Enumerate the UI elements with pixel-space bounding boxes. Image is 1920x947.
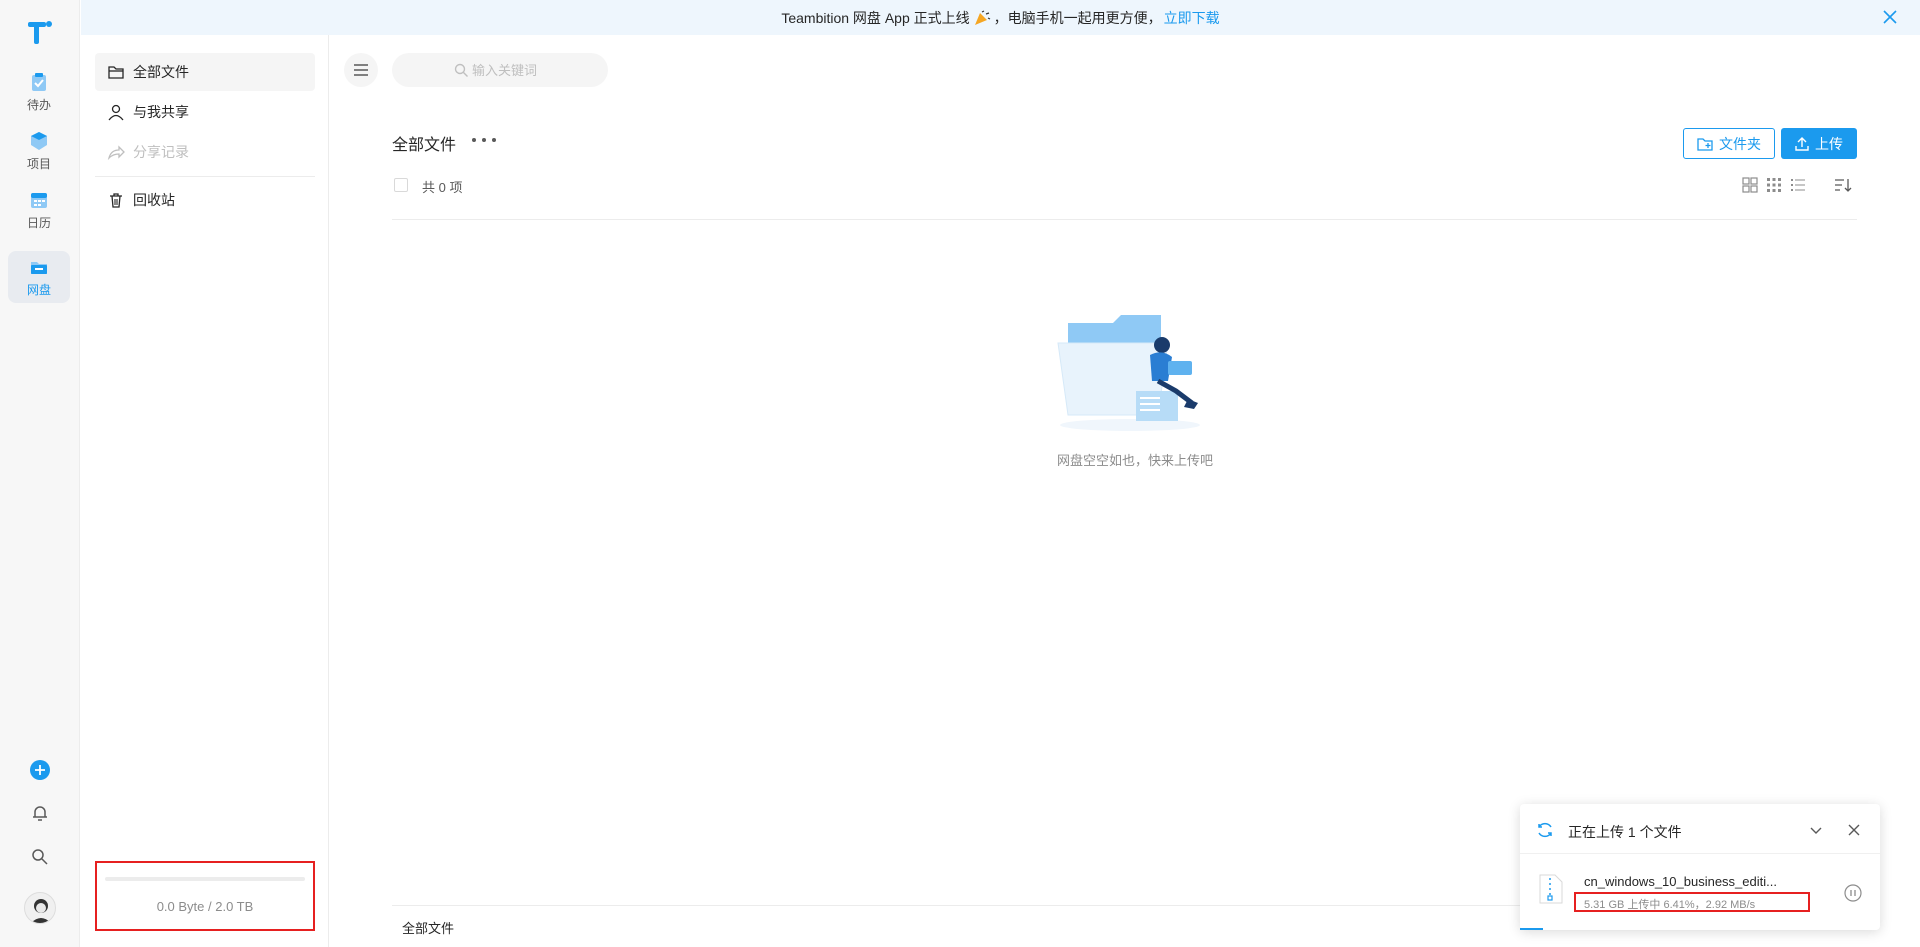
more-dot-icon bbox=[492, 138, 496, 142]
upload-progress-panel: 正在上传 1 个文件 cn_windows_10_business_editi.… bbox=[1520, 804, 1880, 930]
list-divider bbox=[392, 219, 1857, 220]
more-options-button[interactable] bbox=[472, 130, 496, 150]
sidebar-item-shared-with-me[interactable]: 与我共享 bbox=[95, 93, 315, 131]
create-button[interactable] bbox=[0, 759, 80, 781]
drive-sidebar: 全部文件 与我共享 分享记录 回收站 0.0 Byte / 2.0 TB bbox=[81, 35, 329, 947]
empty-folder-illustration bbox=[1057, 315, 1200, 431]
calendar-icon bbox=[31, 192, 47, 208]
item-count: 共 0 项 bbox=[422, 180, 463, 195]
banner-text-2: ，电脑手机一起用更方便， bbox=[993, 9, 1162, 26]
sidebar-item-all-files[interactable]: 全部文件 bbox=[95, 53, 315, 91]
folder-icon bbox=[108, 66, 124, 79]
banner-text: Teambition 网盘 App 正式上线 bbox=[781, 9, 970, 26]
avatar bbox=[24, 892, 56, 924]
archive-file-icon bbox=[1539, 874, 1563, 904]
rail-item-calendar[interactable]: 日历 bbox=[8, 184, 70, 236]
search-input[interactable] bbox=[472, 62, 612, 78]
storage-text: 0.0 Byte / 2.0 TB bbox=[156, 899, 254, 914]
teambition-logo-icon[interactable] bbox=[26, 18, 54, 46]
search-icon bbox=[32, 849, 48, 865]
upload-status-text: 5.31 GB 上传中 6.41%，2.92 MB/s bbox=[1584, 899, 1756, 911]
close-icon[interactable] bbox=[1846, 822, 1862, 838]
grid-large-icon[interactable] bbox=[1742, 177, 1758, 193]
pause-icon[interactable] bbox=[1844, 884, 1862, 902]
grid-small-icon[interactable] bbox=[1766, 177, 1782, 193]
search-icon bbox=[454, 63, 468, 77]
chevron-down-icon[interactable] bbox=[1808, 822, 1824, 838]
footer-breadcrumb[interactable]: 全部文件 bbox=[402, 918, 454, 937]
rail-item-label: 待办 bbox=[26, 97, 51, 112]
sidebar-divider bbox=[95, 176, 315, 177]
sidebar-item-label: 分享记录 bbox=[133, 144, 189, 160]
sidebar-item-trash[interactable]: 回收站 bbox=[95, 181, 315, 219]
rail-item-todo[interactable]: 待办 bbox=[8, 66, 70, 118]
sync-icon bbox=[1538, 822, 1552, 838]
upload-panel-header: 正在上传 1 个文件 bbox=[1520, 804, 1880, 854]
upload-status-highlight: 5.31 GB 上传中 6.41%，2.92 MB/s bbox=[1574, 892, 1810, 912]
select-all-checkbox[interactable] bbox=[394, 178, 408, 192]
rail-item-drive[interactable]: 网盘 bbox=[8, 251, 70, 303]
left-rail: 待办 项目 日历 网盘 bbox=[0, 0, 80, 947]
new-folder-label: 文件夹 bbox=[1719, 135, 1761, 152]
sidebar-item-share-records[interactable]: 分享记录 bbox=[95, 133, 315, 171]
download-link[interactable]: 立即下载 bbox=[1164, 8, 1220, 28]
view-switcher bbox=[1742, 177, 1806, 193]
upload-file-name: cn_windows_10_business_editi... bbox=[1584, 874, 1777, 889]
plus-circle-icon bbox=[30, 760, 50, 780]
sort-icon[interactable] bbox=[1834, 177, 1852, 193]
menu-toggle-button[interactable] bbox=[344, 53, 378, 87]
upload-progress-bar bbox=[1520, 928, 1544, 930]
share-icon bbox=[107, 145, 125, 161]
storage-progress-bar bbox=[105, 877, 305, 881]
notification-button[interactable] bbox=[0, 803, 80, 823]
list-view-icon[interactable] bbox=[1790, 177, 1806, 193]
more-dot-icon bbox=[482, 138, 486, 142]
cube-icon bbox=[31, 131, 47, 150]
sidebar-item-label: 全部文件 bbox=[133, 64, 189, 80]
party-popper-icon bbox=[974, 9, 990, 25]
upload-item: cn_windows_10_business_editi... 5.31 GB … bbox=[1520, 856, 1880, 930]
avatar-image-icon bbox=[31, 899, 51, 923]
sidebar-item-label: 回收站 bbox=[133, 192, 175, 208]
more-dot-icon bbox=[472, 138, 476, 142]
rail-item-label: 网盘 bbox=[26, 282, 51, 297]
bell-icon bbox=[33, 806, 47, 821]
close-icon[interactable] bbox=[1882, 9, 1898, 25]
folder-plus-icon bbox=[1697, 137, 1713, 151]
hamburger-icon bbox=[354, 64, 368, 76]
empty-state-text: 网盘空空如也，快来上传吧 bbox=[1056, 453, 1213, 468]
rail-item-label: 项目 bbox=[26, 156, 51, 171]
app-root: 待办 项目 日历 网盘 Teambition 网盘 App 正式上线 ，电脑手机… bbox=[0, 0, 1920, 947]
user-icon bbox=[108, 104, 124, 121]
clipboard-check-icon bbox=[32, 72, 46, 91]
user-avatar-button[interactable] bbox=[0, 892, 80, 924]
storage-usage: 0.0 Byte / 2.0 TB bbox=[95, 861, 315, 931]
upload-panel-title: 正在上传 1 个文件 bbox=[1568, 824, 1682, 840]
upload-icon bbox=[1795, 136, 1809, 151]
page-title: 全部文件 bbox=[392, 137, 457, 154]
new-folder-button[interactable]: 文件夹 bbox=[1683, 128, 1775, 159]
upload-button[interactable]: 上传 bbox=[1781, 128, 1857, 159]
rail-item-project[interactable]: 项目 bbox=[8, 125, 70, 177]
trash-icon bbox=[110, 193, 122, 208]
cloud-drive-icon bbox=[31, 261, 47, 274]
global-search-button[interactable] bbox=[0, 847, 80, 867]
upload-label: 上传 bbox=[1815, 135, 1843, 152]
search-bar bbox=[392, 53, 612, 87]
sidebar-item-label: 与我共享 bbox=[133, 104, 189, 120]
rail-item-label: 日历 bbox=[26, 215, 51, 230]
announcement-banner: Teambition 网盘 App 正式上线 ，电脑手机一起用更方便， 立即下载 bbox=[81, 0, 1920, 35]
